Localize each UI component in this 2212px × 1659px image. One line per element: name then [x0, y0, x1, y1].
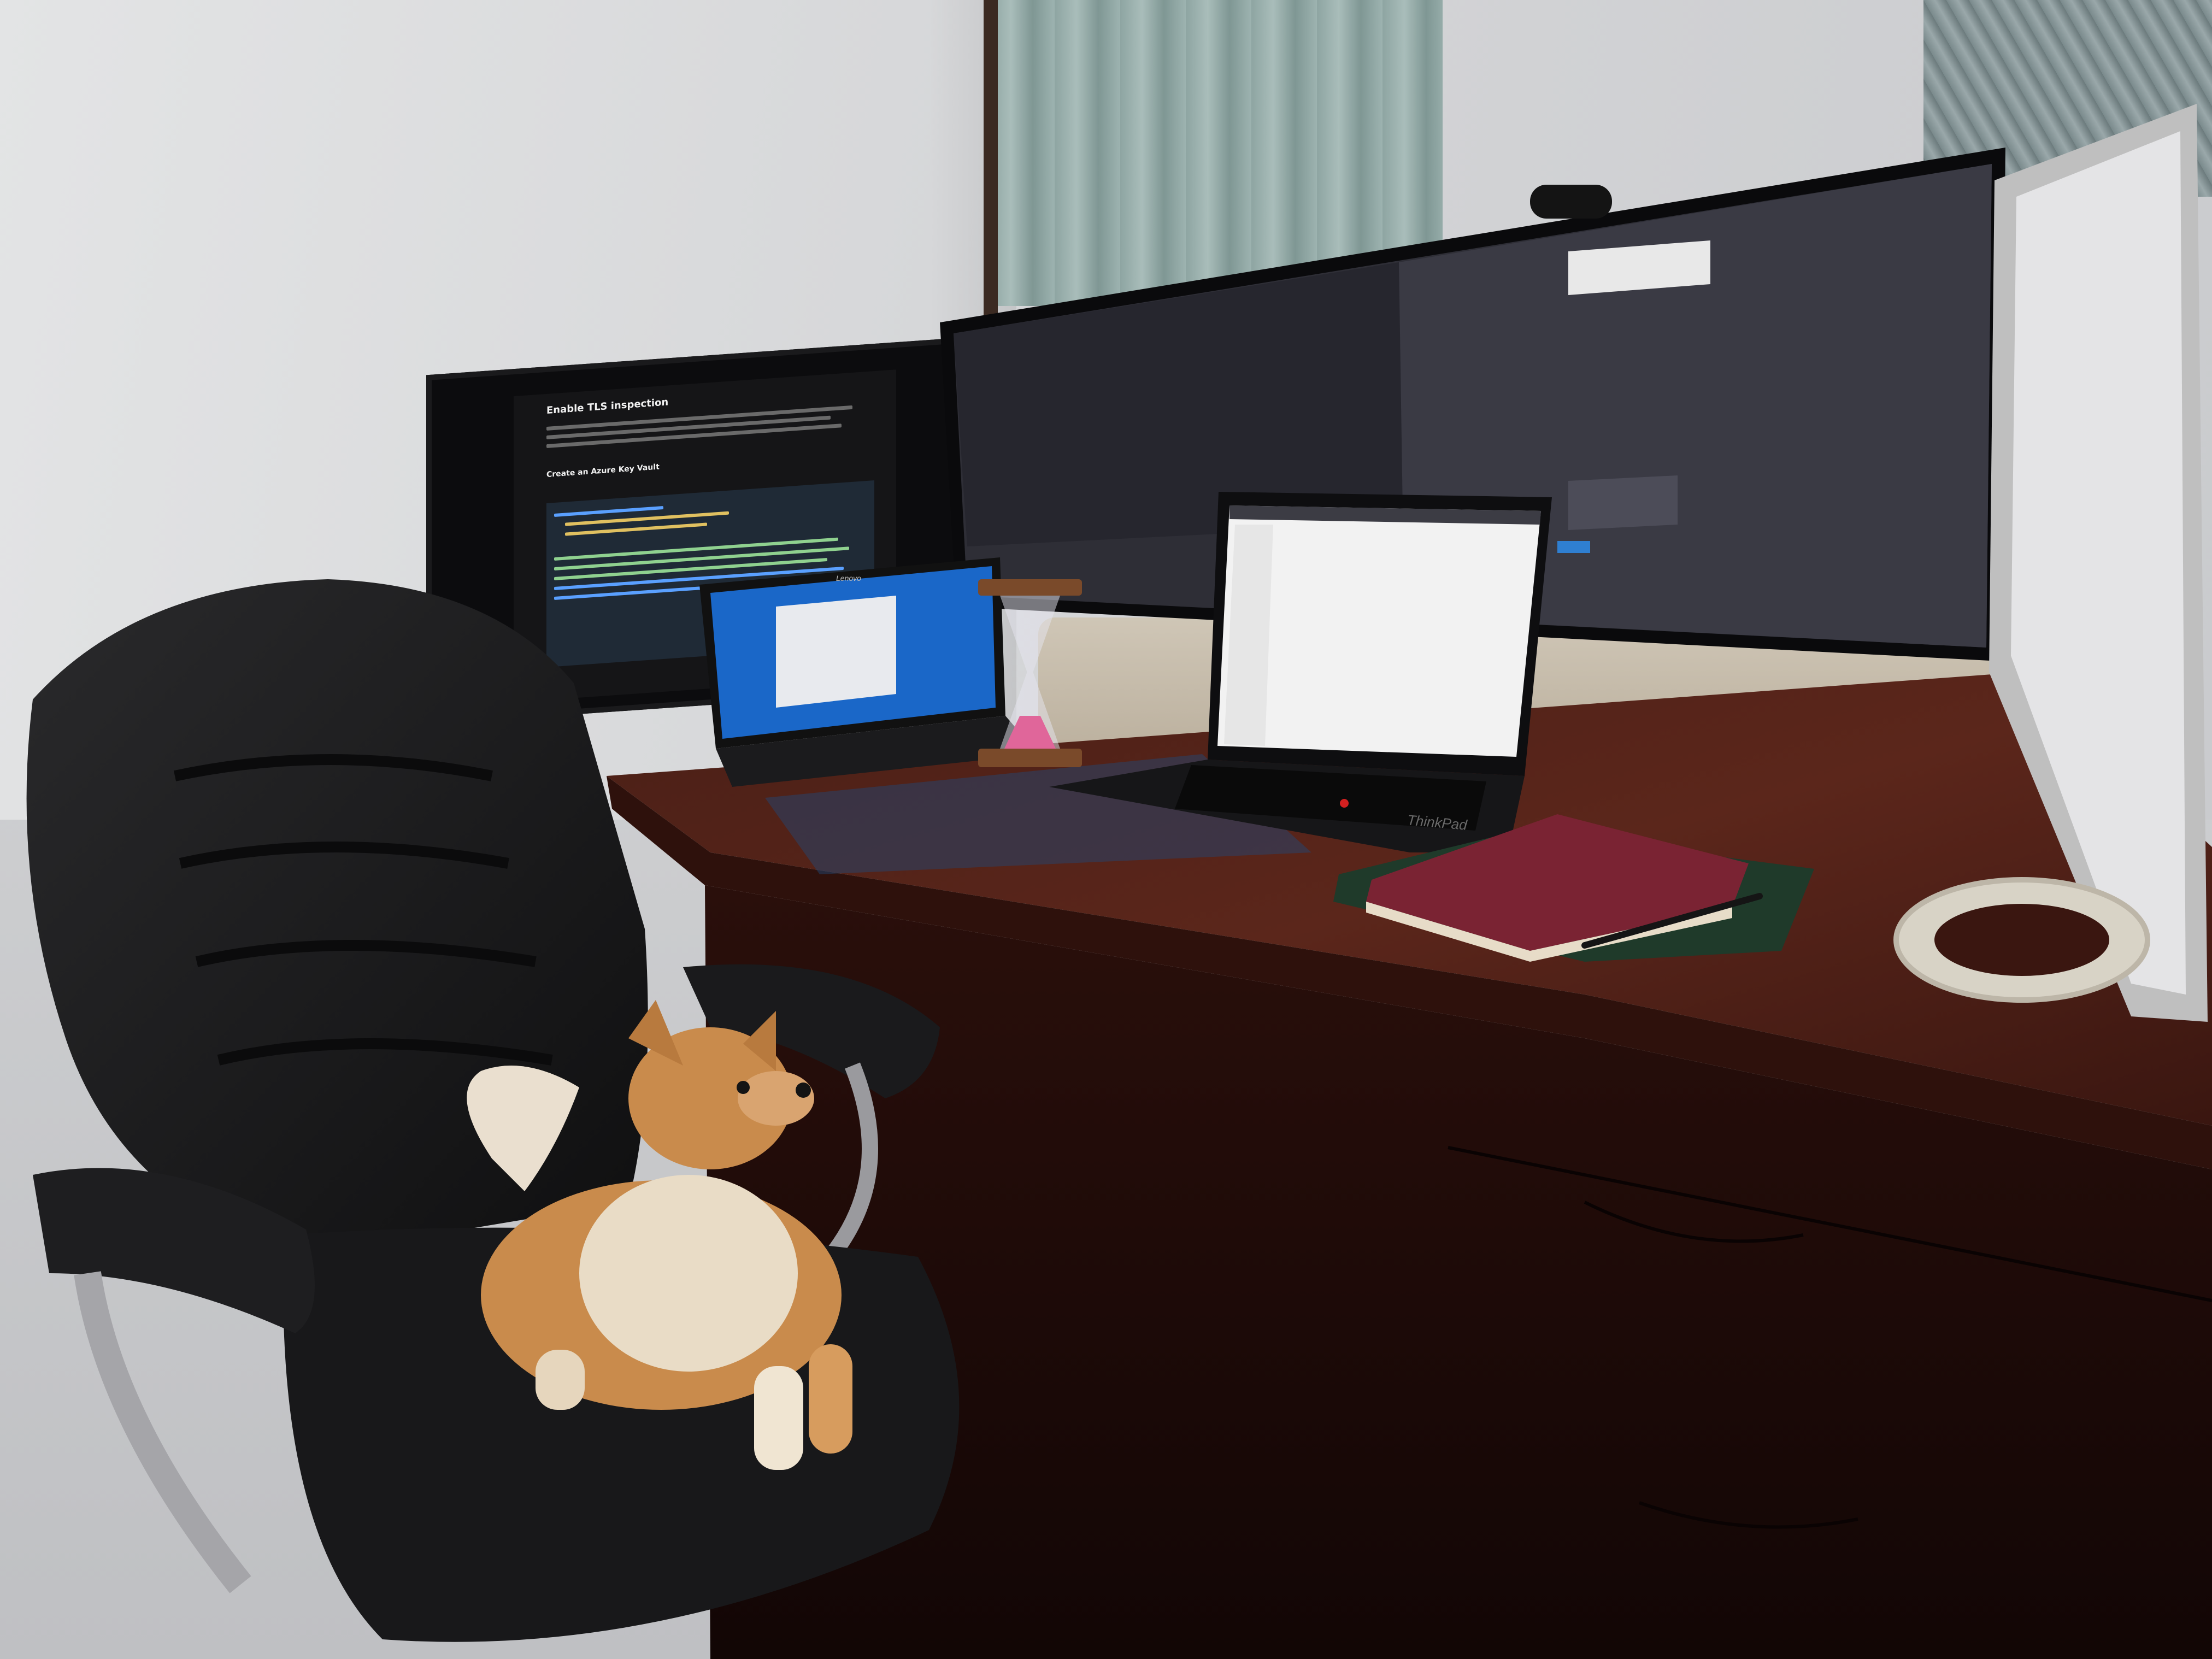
dog — [467, 1000, 852, 1470]
monitor-brand: Lenovo — [836, 574, 861, 583]
photo-scene: Enable TLS inspection Create an Azure Ke… — [0, 0, 2212, 1659]
